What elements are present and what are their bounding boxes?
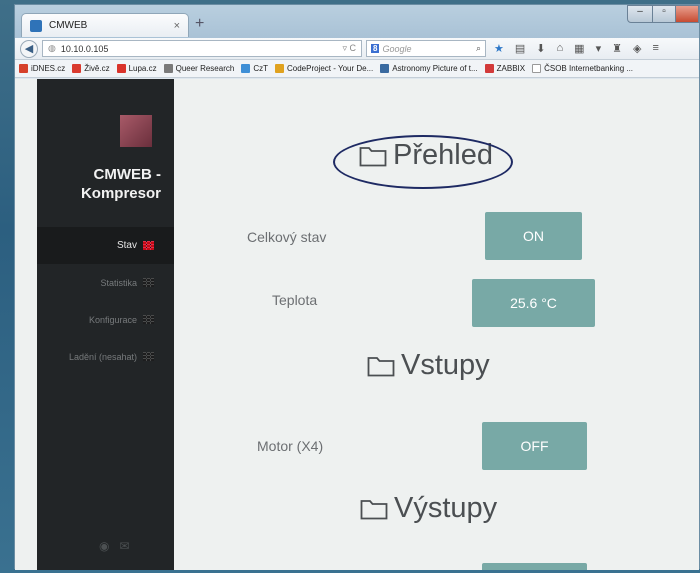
menu-icon[interactable]: ≡: [652, 42, 658, 55]
bookmark-favicon-icon: [274, 64, 284, 73]
bookmark-label: Astronomy Picture of t...: [392, 64, 478, 73]
bookmark-label: Živě.cz: [84, 64, 110, 73]
new-tab-button[interactable]: +: [195, 15, 204, 33]
bookmark-favicon-icon: [116, 64, 126, 73]
bookmark-item[interactable]: ČSOB Internetbanking ...: [532, 64, 633, 73]
bookmark-item[interactable]: Queer Research: [163, 64, 235, 73]
minimize-button[interactable]: –: [627, 5, 653, 23]
window-controls: – ▫: [627, 5, 699, 23]
bookmark-label: CzT: [253, 64, 268, 73]
search-engine-icon[interactable]: 8: [371, 44, 380, 53]
folder-icon: [360, 499, 388, 519]
bookmark-favicon-icon: [163, 64, 173, 73]
addon-icon[interactable]: ◈: [633, 42, 641, 55]
bookmark-favicon-icon: [241, 64, 251, 73]
sidebar-item-label: Konfigurace: [88, 314, 137, 325]
navigation-bar: ◀ ◍ 10.10.0.105 ▿ C 8 Google ⌕ ★ ▤ ⬇ ⌂ ▦…: [15, 38, 699, 60]
apps-icon[interactable]: ▦: [574, 42, 584, 55]
maximize-button[interactable]: ▫: [652, 5, 676, 23]
download-icon[interactable]: ⬇: [536, 42, 545, 55]
sidebar-footer: ◉ ✉: [99, 539, 130, 553]
folder-icon: [367, 356, 395, 376]
tab-strip: CMWEB × + – ▫: [15, 5, 699, 38]
sidebar-item-label: Ladění (nesahat): [68, 351, 137, 362]
grid-icon: [143, 352, 154, 361]
sidebar-item[interactable]: Statistika: [37, 264, 174, 301]
bookmark-item[interactable]: Lupa.cz: [116, 64, 157, 73]
bookmark-item[interactable]: iDNES.cz: [19, 64, 65, 73]
bookmark-label: Lupa.cz: [128, 64, 157, 73]
section-outputs-label: Výstupy: [394, 492, 498, 524]
bookmarks-menu-icon[interactable]: ▤: [515, 42, 525, 55]
toolbar-icons: ★ ▤ ⬇ ⌂ ▦ ▾ ♜ ◈ ≡: [494, 42, 659, 55]
temperature-label: Teplota: [272, 292, 318, 308]
browser-tab[interactable]: CMWEB ×: [21, 13, 189, 37]
back-button[interactable]: ◀: [20, 39, 38, 58]
bookmark-item[interactable]: CodeProject - Your De...: [274, 64, 374, 73]
sidebar-item-label: Statistika: [100, 277, 137, 288]
section-inputs-label: Vstupy: [401, 349, 490, 381]
sidebar: CMWEB - Kompresor Stav Statistika Konfigur…: [37, 79, 174, 570]
sidebar-menu: Stav Statistika Konfigurace Ladění (nesahat…: [37, 227, 174, 375]
sidebar-item[interactable]: Konfigurace: [37, 301, 174, 338]
bookmark-favicon-icon: [380, 64, 390, 73]
reload-icon[interactable]: ▿ C: [342, 43, 356, 54]
browser-window: CMWEB × + – ▫ ◀ ◍ 10.10.0.105 ▿ C 8 Goog…: [14, 4, 700, 570]
github-icon[interactable]: ◉: [99, 539, 109, 553]
total-state-button[interactable]: ON: [485, 212, 582, 260]
close-window-button[interactable]: [675, 5, 699, 23]
globe-icon: ◍: [48, 43, 56, 53]
tab-title: CMWEB: [49, 20, 88, 31]
bookmarks-bar: iDNES.cz Živě.cz Lupa.cz Queer Research CzT C…: [15, 60, 699, 78]
search-placeholder: Google: [382, 43, 412, 54]
brand-title: CMWEB - Kompresor: [80, 166, 161, 202]
url-text: 10.10.0.105: [60, 43, 109, 54]
section-outputs-title: Výstupy: [360, 492, 497, 525]
motor-label: Motor (X4): [257, 438, 324, 454]
bookmark-favicon-icon: [19, 64, 28, 73]
mail-icon[interactable]: ✉: [119, 539, 129, 553]
address-bar[interactable]: ◍ 10.10.0.105 ▿ C: [42, 40, 362, 57]
home-icon[interactable]: ⌂: [557, 42, 564, 55]
search-icon[interactable]: ⌕: [476, 43, 481, 54]
bookmark-label: ZABBIX: [496, 64, 526, 73]
bookmark-item[interactable]: CzT: [241, 64, 268, 73]
sidebar-item[interactable]: Stav: [37, 227, 174, 264]
bookmark-label: CodeProject - Your De...: [286, 64, 374, 73]
bookmark-favicon-icon: [532, 64, 542, 73]
bookmark-item[interactable]: ZABBIX: [484, 64, 526, 73]
output-button-partial[interactable]: [482, 563, 587, 570]
logo: [120, 115, 152, 147]
extension-icon[interactable]: ♜: [612, 42, 622, 55]
bookmark-label: Queer Research: [175, 64, 235, 73]
section-inputs-title: Vstupy: [367, 349, 490, 382]
search-bar[interactable]: 8 Google ⌕: [366, 40, 486, 57]
grid-icon: [143, 241, 154, 250]
bookmark-star-icon[interactable]: ★: [494, 42, 504, 55]
page-content: CMWEB - Kompresor Stav Statistika Konfigur…: [15, 79, 699, 570]
bookmark-favicon-icon: [72, 64, 82, 73]
motor-button[interactable]: OFF: [482, 422, 587, 470]
sidebar-item-label: Stav: [116, 240, 137, 251]
grid-icon: [143, 278, 154, 287]
temperature-button[interactable]: 25.6 °C: [472, 279, 595, 327]
bookmark-label: ČSOB Internetbanking ...: [544, 64, 634, 73]
bookmark-favicon-icon: [484, 64, 494, 73]
sidebar-item[interactable]: Ladění (nesahat): [37, 338, 174, 375]
bookmark-item[interactable]: Živě.cz: [72, 64, 110, 73]
dropdown-icon[interactable]: ▾: [596, 42, 602, 55]
bookmark-item[interactable]: Astronomy Picture of t...: [380, 64, 478, 73]
annotation-ellipse: [333, 135, 513, 189]
tab-close-icon[interactable]: ×: [174, 20, 180, 32]
grid-icon: [143, 315, 154, 324]
total-state-label: Celkový stav: [247, 229, 327, 245]
bookmark-label: iDNES.cz: [31, 64, 66, 73]
favicon-icon: [30, 19, 42, 32]
